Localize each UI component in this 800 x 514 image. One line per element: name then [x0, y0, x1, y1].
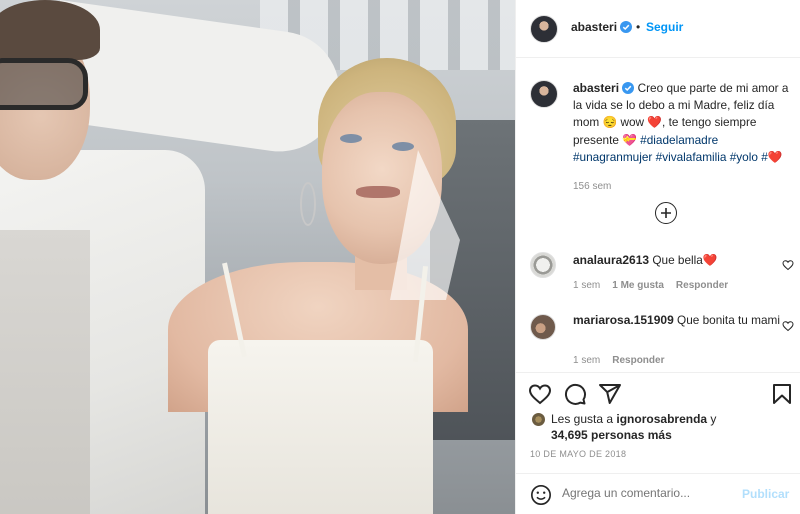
post-actions: Les gusta a ignorosabrenda y 34,695 pers… [516, 372, 800, 514]
sunglasses [0, 58, 88, 110]
comment-time: 1 sem [573, 355, 601, 366]
caption-username[interactable]: abasteri [573, 81, 619, 95]
caption-author-avatar[interactable] [530, 80, 558, 108]
author-avatar[interactable] [530, 15, 558, 43]
woman-left-eye [340, 134, 362, 143]
liker-avatar[interactable] [530, 411, 547, 428]
reply-button[interactable]: Responder [612, 355, 664, 366]
liker-username[interactable]: ignorosabrenda [616, 412, 707, 426]
comment-1: analaura2613 Que bella❤️ [573, 252, 783, 269]
follow-button[interactable]: Seguir [646, 20, 683, 34]
woman-mouth [356, 186, 400, 198]
separator-dot: • [636, 20, 641, 34]
commenter-avatar[interactable] [530, 314, 556, 340]
comment-time: 1 sem [573, 280, 601, 291]
comment-username[interactable]: analaura2613 [573, 253, 649, 267]
comment-text: Que bella❤️ [652, 253, 718, 267]
comment-like-heart-icon[interactable] [782, 320, 794, 332]
white-dress [208, 340, 433, 514]
likes-prefix: Les gusta a [551, 412, 614, 426]
author-username[interactable]: abasteri [571, 20, 617, 34]
instagram-post: abasteri • Seguir abasteri Creo que part… [0, 0, 800, 514]
comment-like-heart-icon[interactable] [782, 259, 794, 271]
comment-2-meta: 1 sem Responder [573, 355, 664, 366]
share-icon[interactable] [598, 382, 622, 406]
load-more-comments-button[interactable] [655, 202, 677, 224]
post-side-panel: abasteri • Seguir abasteri Creo que part… [515, 0, 800, 514]
comment-text: Que bonita tu mami [677, 313, 780, 327]
likes-count[interactable]: 34,695 personas más [551, 428, 672, 442]
publish-button[interactable]: Publicar [742, 487, 789, 501]
post-header: abasteri • Seguir [516, 0, 800, 58]
post-date: 10 DE MAYO DE 2018 [530, 449, 627, 459]
caption-time: 156 sem [573, 181, 612, 193]
comment-input[interactable] [562, 486, 722, 500]
bookmark-icon[interactable] [770, 382, 794, 406]
comment-icon[interactable] [563, 382, 587, 406]
commenter-avatar[interactable] [530, 252, 556, 278]
author-name-row: abasteri [571, 20, 633, 34]
comment-1-meta: 1 sem 1 Me gusta Responder [573, 280, 728, 291]
heart-icon[interactable] [528, 382, 552, 406]
comment-likes-count[interactable]: 1 Me gusta [612, 280, 664, 291]
verified-icon [622, 82, 635, 94]
add-icon [661, 208, 671, 218]
post-photo[interactable] [0, 0, 515, 514]
likes-summary: Les gusta a ignorosabrenda y 34,695 pers… [551, 411, 791, 443]
comment-2: mariarosa.151909 Que bonita tu mami [573, 312, 783, 329]
verified-icon [620, 21, 633, 33]
hoop-earring [300, 182, 316, 226]
comment-username[interactable]: mariarosa.151909 [573, 313, 674, 327]
man-hair [0, 0, 100, 60]
emoji-icon[interactable] [530, 484, 552, 506]
post-caption: abasteri Creo que parte de mi amor a la … [573, 80, 793, 195]
reply-button[interactable]: Responder [676, 280, 728, 291]
man-jacket [0, 230, 90, 514]
likes-connector: y [710, 412, 717, 426]
add-comment-bar: Publicar [516, 473, 800, 514]
woman-right-eye [392, 142, 414, 151]
